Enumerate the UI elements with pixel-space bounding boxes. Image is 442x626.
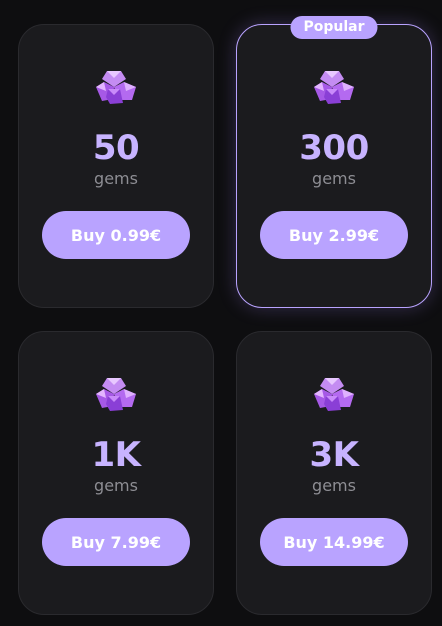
gem-unit-label: gems bbox=[94, 476, 138, 495]
gem-amount: 50 bbox=[92, 128, 140, 168]
gem-pack-card-300: Popular 300 gems Buy 2.99€ bbox=[236, 16, 432, 308]
buy-button-3k[interactable]: Buy 14.99€ bbox=[260, 518, 408, 566]
gem-unit-label: gems bbox=[312, 169, 356, 188]
gem-shop-grid: 50 gems Buy 0.99€ Popular 300 gems Buy 2… bbox=[0, 0, 442, 626]
gem-pack-card-1k: 1K gems Buy 7.99€ bbox=[18, 331, 214, 615]
gem-amount: 1K bbox=[91, 435, 141, 475]
gem-unit-label: gems bbox=[312, 476, 356, 495]
gem-amount: 3K bbox=[309, 435, 359, 475]
gem-amount: 300 bbox=[299, 128, 369, 168]
gem-icon bbox=[96, 71, 136, 104]
popular-badge: Popular bbox=[290, 16, 378, 39]
buy-button-50[interactable]: Buy 0.99€ bbox=[42, 211, 190, 259]
gem-icon bbox=[314, 378, 354, 411]
buy-button-300[interactable]: Buy 2.99€ bbox=[260, 211, 408, 259]
gem-icon bbox=[314, 71, 354, 104]
gem-unit-label: gems bbox=[94, 169, 138, 188]
gem-icon bbox=[96, 378, 136, 411]
gem-pack-card-3k: 3K gems Buy 14.99€ bbox=[236, 331, 432, 615]
buy-button-1k[interactable]: Buy 7.99€ bbox=[42, 518, 190, 566]
gem-pack-card-50: 50 gems Buy 0.99€ bbox=[18, 24, 214, 308]
